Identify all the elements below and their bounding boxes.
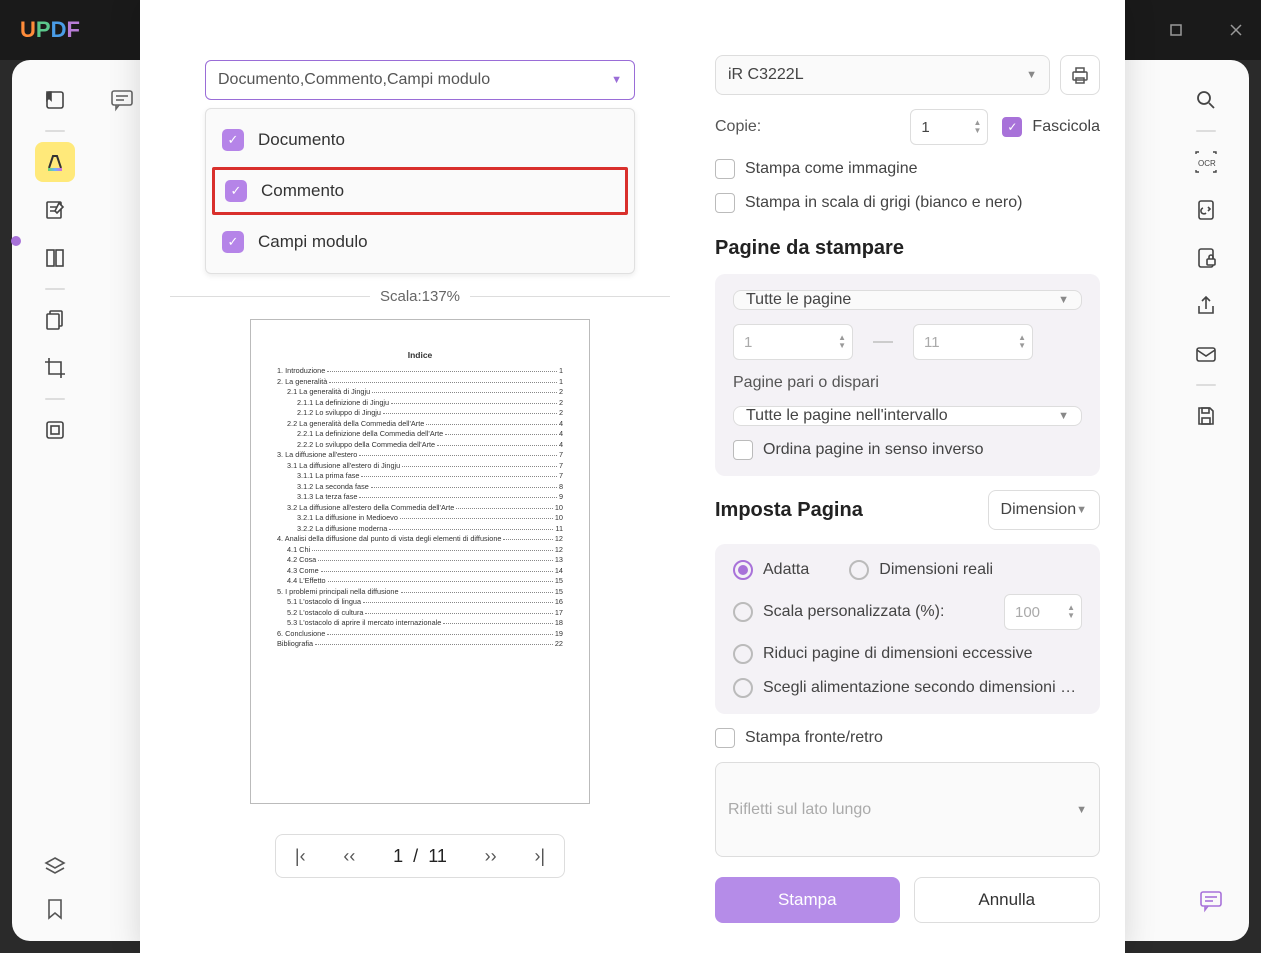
fit-radio[interactable] xyxy=(733,560,753,580)
share-icon[interactable] xyxy=(1186,286,1226,326)
edit-icon[interactable] xyxy=(35,190,75,230)
flip-select: Rifletti sul lato lungo ▼ xyxy=(715,762,1100,857)
custom-scale-input[interactable]: 100▲▼ xyxy=(1004,594,1082,630)
choose-source-radio[interactable] xyxy=(733,678,753,698)
copies-input[interactable]: 1 ▲▼ xyxy=(910,109,988,145)
search-icon[interactable] xyxy=(1186,80,1226,120)
dropdown-item-commento[interactable]: ✓ Commento xyxy=(212,167,628,215)
comment-panel-icon[interactable] xyxy=(1191,881,1231,921)
right-toolbar: OCR xyxy=(1181,80,1231,436)
save-icon[interactable] xyxy=(1186,396,1226,436)
cancel-button[interactable]: Annulla xyxy=(914,877,1101,923)
chevron-down-icon: ▼ xyxy=(1058,294,1069,306)
page-size-select[interactable]: Dimension ▼ xyxy=(988,490,1100,530)
reverse-order-checkbox[interactable] xyxy=(733,440,753,460)
first-page-button[interactable]: |‹ xyxy=(295,846,306,867)
page-navigator: |‹ ‹‹ 1 / 11 ›› ›| xyxy=(275,834,565,878)
checkbox-on-icon: ✓ xyxy=(222,231,244,253)
page-range-select[interactable]: Tutte le pagine ▼ xyxy=(733,290,1082,310)
bookmark-icon[interactable] xyxy=(44,897,66,921)
odd-even-select[interactable]: Tutte le pagine nell'intervallo ▼ xyxy=(733,406,1082,426)
mail-icon[interactable] xyxy=(1186,334,1226,374)
chevron-down-icon: ▼ xyxy=(1026,69,1037,81)
protect-icon[interactable] xyxy=(1186,238,1226,278)
chevron-down-icon: ▼ xyxy=(611,74,622,86)
svg-text:OCR: OCR xyxy=(1198,159,1216,168)
actual-size-radio[interactable] xyxy=(849,560,869,580)
scale-label: Scala:137% xyxy=(380,288,460,305)
content-dropdown: ✓ Documento ✓ Commento ✓ Campi modulo xyxy=(205,108,635,274)
close-button[interactable] xyxy=(1221,15,1251,45)
pages-icon[interactable] xyxy=(35,300,75,340)
content-select-label: Documento,Commento,Campi modulo xyxy=(218,71,490,89)
copies-label: Copie: xyxy=(715,118,761,136)
chevron-down-icon: ▼ xyxy=(1076,504,1087,516)
checkbox-on-icon: ✓ xyxy=(225,180,247,202)
shrink-oversized-radio[interactable] xyxy=(733,644,753,664)
range-from-input[interactable]: 1▲▼ xyxy=(733,324,853,360)
dropdown-item-documento[interactable]: ✓ Documento xyxy=(206,117,634,163)
print-dialog: Documento,Commento,Campi modulo ▼ ✓ Docu… xyxy=(140,0,1125,953)
crop-icon[interactable] xyxy=(35,348,75,388)
chevron-down-icon: ▼ xyxy=(1076,804,1087,816)
dropdown-item-campi[interactable]: ✓ Campi modulo xyxy=(206,219,634,265)
page-preview: Indice 1. Introduzione12. La generalità1… xyxy=(250,319,590,804)
last-page-button[interactable]: ›| xyxy=(534,846,545,867)
maximize-button[interactable] xyxy=(1161,15,1191,45)
layers-icon[interactable] xyxy=(43,855,67,879)
chevron-down-icon: ▼ xyxy=(1058,410,1069,422)
grayscale-checkbox[interactable] xyxy=(715,193,735,213)
annotation-bubble-icon[interactable] xyxy=(102,80,142,120)
ocr-icon[interactable]: OCR xyxy=(1186,142,1226,182)
organize-icon[interactable] xyxy=(35,238,75,278)
app-logo: UPDF xyxy=(20,17,80,43)
pages-heading: Pagine da stampare xyxy=(715,237,1100,260)
convert-icon[interactable] xyxy=(1186,190,1226,230)
page-setup-heading: Imposta Pagina xyxy=(715,499,863,522)
custom-scale-radio[interactable] xyxy=(733,602,753,622)
accent-dot xyxy=(11,236,21,246)
checkbox-on-icon: ✓ xyxy=(222,129,244,151)
print-as-image-checkbox[interactable] xyxy=(715,159,735,179)
highlight-icon[interactable] xyxy=(35,142,75,182)
reader-icon[interactable] xyxy=(35,80,75,120)
printer-select[interactable]: iR C3222L ▼ xyxy=(715,55,1050,95)
content-select[interactable]: Documento,Commento,Campi modulo ▼ xyxy=(205,60,635,100)
odd-even-label: Pagine pari o dispari xyxy=(733,374,1082,392)
duplex-checkbox[interactable] xyxy=(715,728,735,748)
prev-page-button[interactable]: ‹‹ xyxy=(343,846,355,867)
collate-checkbox[interactable]: ✓ xyxy=(1002,117,1022,137)
next-page-button[interactable]: ›› xyxy=(485,846,497,867)
preview-title: Indice xyxy=(277,350,563,360)
printer-properties-button[interactable] xyxy=(1060,55,1100,95)
range-to-input[interactable]: 11▲▼ xyxy=(913,324,1033,360)
tools-icon[interactable] xyxy=(35,410,75,450)
print-button[interactable]: Stampa xyxy=(715,877,900,923)
left-toolbar xyxy=(30,80,80,450)
